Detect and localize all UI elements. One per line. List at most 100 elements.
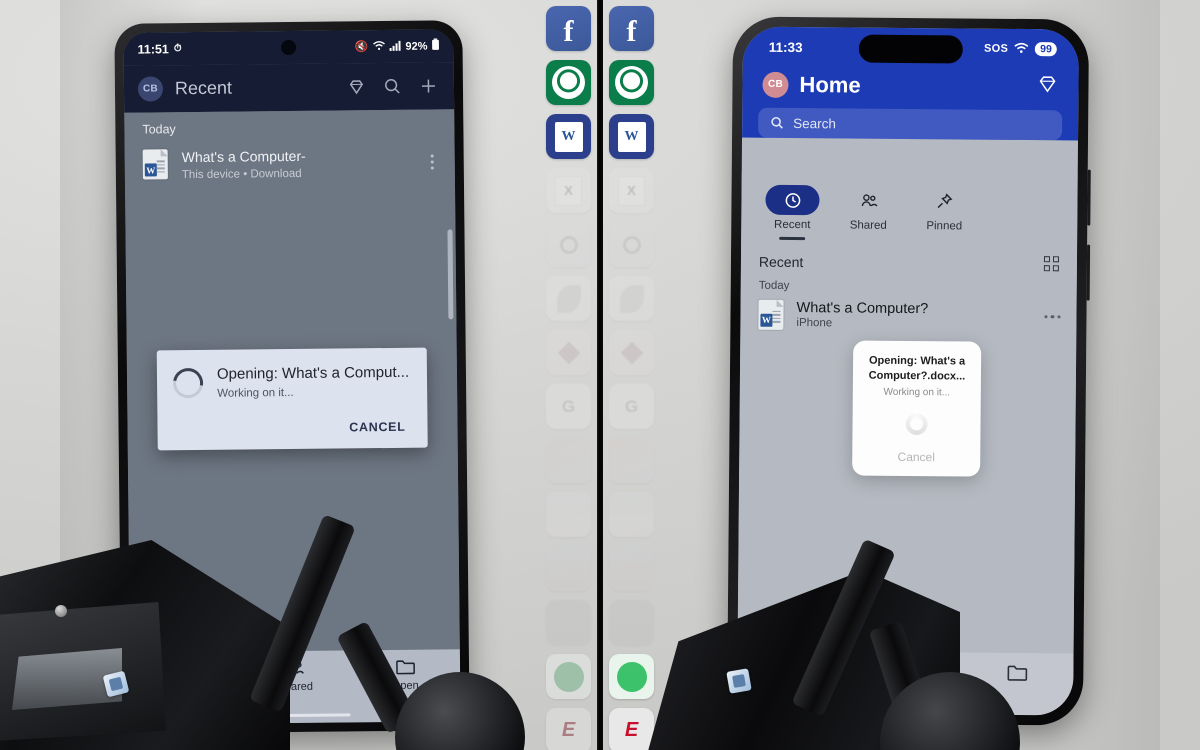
app-strip-right: fWXGEDisney+amazon [603,0,660,750]
iphone-screen: 11:33 SOS 99 CB Home Search Recent Share… [737,26,1079,716]
section-label: Today [142,122,176,137]
volume-up-button[interactable] [1087,169,1091,226]
folder-icon [395,660,415,675]
app-icon-portrait [609,546,654,591]
app-icon-microsoft-word: W [546,114,591,159]
app-icon-photos [546,438,591,483]
iphone-status-icons: SOS 99 [984,41,1057,57]
nav-item-home[interactable] [737,661,849,682]
section-header-row: Recent [741,239,1077,278]
android-phone: 11:51 ⏱ 🔇 92% CB Recent Today W What's a… [114,20,470,734]
nav-item-spacer [849,662,961,663]
tab-label-pinned: Pinned [926,220,963,233]
search-icon[interactable] [380,74,404,98]
list-item-text: What's a Computer? iPhone [796,300,1031,331]
iphone-device: 11:33 SOS 99 CB Home Search Recent Share… [726,16,1091,726]
list-item-text: What's a Computer- This device • Downloa… [182,146,409,181]
android-content: Today W What's a Computer- This device •… [124,109,461,725]
avatar[interactable]: CB [762,71,789,98]
wifi-icon [372,40,385,54]
app-icon-espn: E [609,708,654,750]
sidebar-item-shared[interactable]: Shared [240,658,350,693]
kebab-menu-icon[interactable] [423,154,441,170]
app-icon-grey-app [546,600,591,645]
tab-shared[interactable]: Shared [833,185,903,240]
avatar[interactable]: CB [137,76,164,102]
page-title: Home [799,71,861,98]
plus-icon[interactable] [416,74,440,98]
tab-recent[interactable]: Recent [757,184,827,240]
list-item[interactable]: W What's a Computer? iPhone [740,293,1076,338]
dialog-subtitle: Working on it... [217,386,294,400]
tab-pinned[interactable]: Pinned [909,186,979,241]
gesture-home-bar[interactable] [240,713,351,718]
dialog-title: Opening: What's a Computer?.docx... [868,354,966,383]
iphone-status-bar: 11:33 SOS 99 [743,27,1079,70]
android-status-bar: 11:51 ⏱ 🔇 92% [123,29,454,66]
dialog-text: Opening: What's a Comput... Working on i… [217,364,409,400]
search-input[interactable]: Search [758,107,1063,141]
app-icon-microsoft-word: W [609,114,654,159]
app-icon-spotify [546,654,591,699]
cancel-button[interactable]: CANCEL [343,414,412,441]
people-icon [861,193,877,207]
app-icon-camera [546,222,591,267]
tab-active-underline [779,236,806,240]
android-screen: 11:51 ⏱ 🔇 92% CB Recent Today W What's a… [123,29,461,725]
home-icon [784,663,803,680]
volume-down-button[interactable] [1086,244,1091,301]
iphone-content: Recent Shared Pinned Recent Today W What… [737,172,1078,716]
wallpaper-app-strips: fWXGEDisney+amazon fWXGEDisney+amazon [540,0,660,750]
search-icon [771,116,783,129]
list-item[interactable]: W What's a Computer- This device • Downl… [125,137,455,189]
doc-lines [156,160,165,175]
screenshot-stage: fWXGEDisney+amazon fWXGEDisney+amazon 11… [0,0,1200,750]
word-icon-letter: W [144,163,157,177]
cancel-button[interactable]: Cancel [862,449,970,466]
iphone-title-row: CB Home [742,67,1078,111]
file-name: What's a Computer? [796,300,929,318]
nav-label-recent: Recent [167,683,203,697]
app-icon-starbucks [546,60,591,105]
iphone-bottom-nav [737,650,1074,716]
app-icon-google-finance: G [609,384,654,429]
dynamic-island [858,34,963,64]
dialog-actions: CANCEL [173,398,411,442]
people-icon [286,660,304,674]
android-status-icons: 🔇 92% [355,38,440,54]
wifi-icon [1014,41,1029,56]
app-icon-facebook: f [609,6,654,51]
app-icon-camera [609,222,654,267]
sidebar-item-open[interactable]: Open [350,657,460,692]
app-icon-photos [609,438,654,483]
opening-dialog: Opening: What's a Comput... Working on i… [156,347,428,451]
sidebar-item-recent[interactable]: Recent [130,660,240,697]
app-icon-sky-photo [609,492,654,537]
scrollbar[interactable] [447,229,454,320]
android-status-left: 11:51 ⏱ [137,42,181,56]
page-title: Recent [174,77,233,99]
app-icon-google-finance: G [546,384,591,429]
app-icon-grey-app [609,600,654,645]
app-icon-espn: E [546,708,591,750]
app-strip-left: fWXGEDisney+amazon [540,0,597,750]
gesture-home-bar[interactable] [845,702,966,708]
dialog-title: Opening: What's a Comput... [216,363,410,383]
app-icon-starbucks [609,60,654,105]
app-icon-microsoft-excel: X [546,168,591,213]
diamond-icon[interactable] [344,75,368,99]
sos-indicator: SOS [983,42,1009,55]
app-icon-portrait [546,546,591,591]
nav-item-files[interactable] [961,662,1073,682]
app-icon-sky-photo [546,492,591,537]
nav-label-open: Open [391,679,419,692]
diamond-icon[interactable] [1036,73,1058,100]
folder-icon [1007,665,1028,681]
ellipsis-icon[interactable] [1043,314,1061,319]
grid-view-icon[interactable] [1043,256,1060,272]
android-bottom-nav: Recent Shared Open [129,649,461,725]
app-icon-microsoft-excel: X [609,168,654,213]
app-icon-pink-app [546,330,591,375]
android-battery-percent: 92% [405,40,428,53]
loading-spinner-icon [167,362,209,405]
